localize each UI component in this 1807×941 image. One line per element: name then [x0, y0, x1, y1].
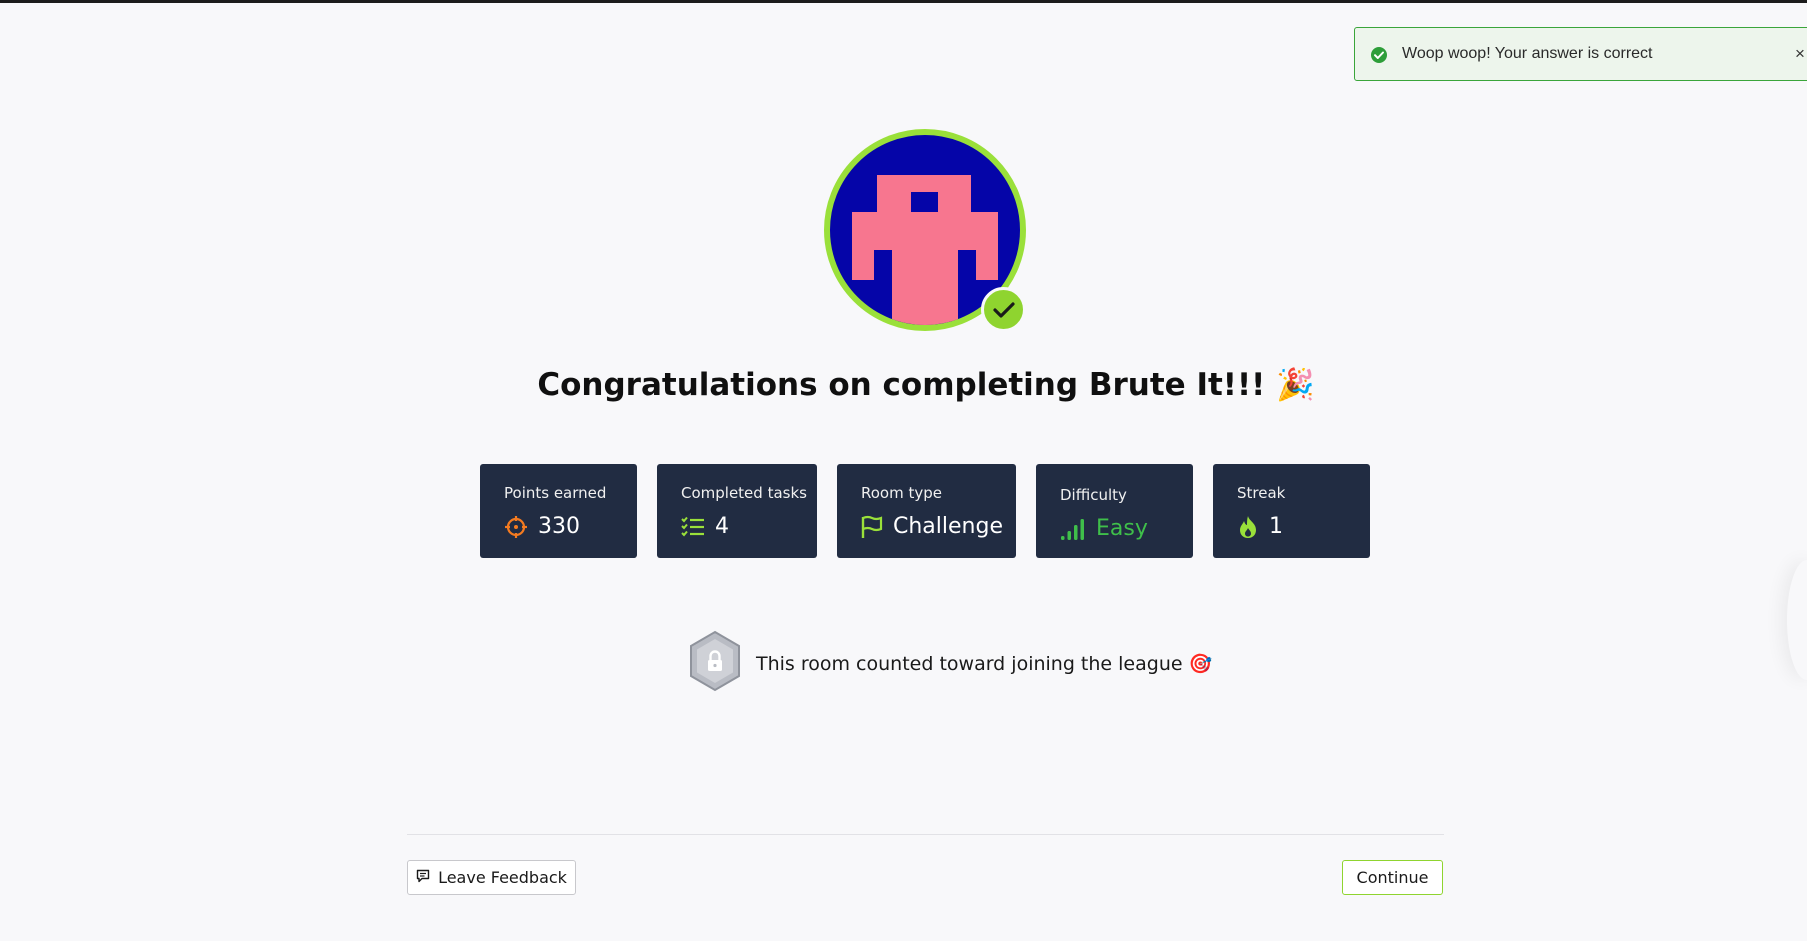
continue-button[interactable]: Continue: [1342, 860, 1443, 895]
stat-card-difficulty: Difficulty Easy: [1036, 464, 1193, 558]
stat-value: 4: [715, 514, 729, 539]
top-border: [0, 0, 1807, 3]
continue-label: Continue: [1356, 868, 1429, 887]
target-emoji: 🎯: [1188, 653, 1213, 675]
stat-card-room-type: Room type Challenge: [837, 464, 1016, 558]
flag-icon: [861, 515, 883, 539]
toast-message: Woop woop! Your answer is correct: [1402, 45, 1653, 62]
completed-badge: [981, 287, 1026, 332]
stat-value: Challenge: [893, 514, 1003, 539]
stat-label: Room type: [861, 484, 942, 502]
check-circle-icon: [1370, 46, 1388, 64]
leave-feedback-button[interactable]: Leave Feedback: [407, 860, 576, 895]
success-toast: Woop woop! Your answer is correct ×: [1354, 27, 1807, 81]
edge-shadow: [1787, 560, 1807, 680]
title-text: Congratulations on completing Brute It!!…: [537, 367, 1266, 403]
stat-label: Points earned: [504, 484, 607, 502]
stat-card-streak: Streak 1: [1213, 464, 1370, 558]
feedback-label: Leave Feedback: [438, 868, 567, 887]
stat-label: Streak: [1237, 484, 1286, 502]
lock-hexagon-badge-icon: [688, 630, 742, 697]
league-text: This room counted toward joining the lea…: [756, 652, 1212, 675]
stat-card-points: Points earned 330: [480, 464, 637, 558]
league-message: This room counted toward joining the lea…: [756, 653, 1183, 675]
stat-value: 1: [1269, 514, 1283, 539]
stat-card-tasks: Completed tasks 4: [657, 464, 817, 558]
stat-value: 330: [538, 514, 580, 539]
user-avatar: [824, 129, 1026, 332]
stat-value: Easy: [1096, 516, 1148, 541]
stat-label: Difficulty: [1060, 486, 1127, 504]
close-icon[interactable]: ×: [1795, 44, 1805, 64]
page-title: Congratulations on completing Brute It!!…: [0, 366, 1807, 403]
target-icon: [504, 515, 528, 539]
checkmark-icon: [992, 301, 1015, 318]
stat-label: Completed tasks: [681, 484, 807, 502]
checklist-icon: [681, 516, 705, 538]
feedback-icon: [416, 868, 438, 887]
footer-divider: [407, 834, 1444, 835]
signal-bars-icon: [1060, 517, 1086, 541]
league-note: This room counted toward joining the lea…: [688, 630, 1212, 697]
flame-icon: [1237, 515, 1259, 539]
party-popper-emoji: 🎉: [1276, 367, 1315, 403]
